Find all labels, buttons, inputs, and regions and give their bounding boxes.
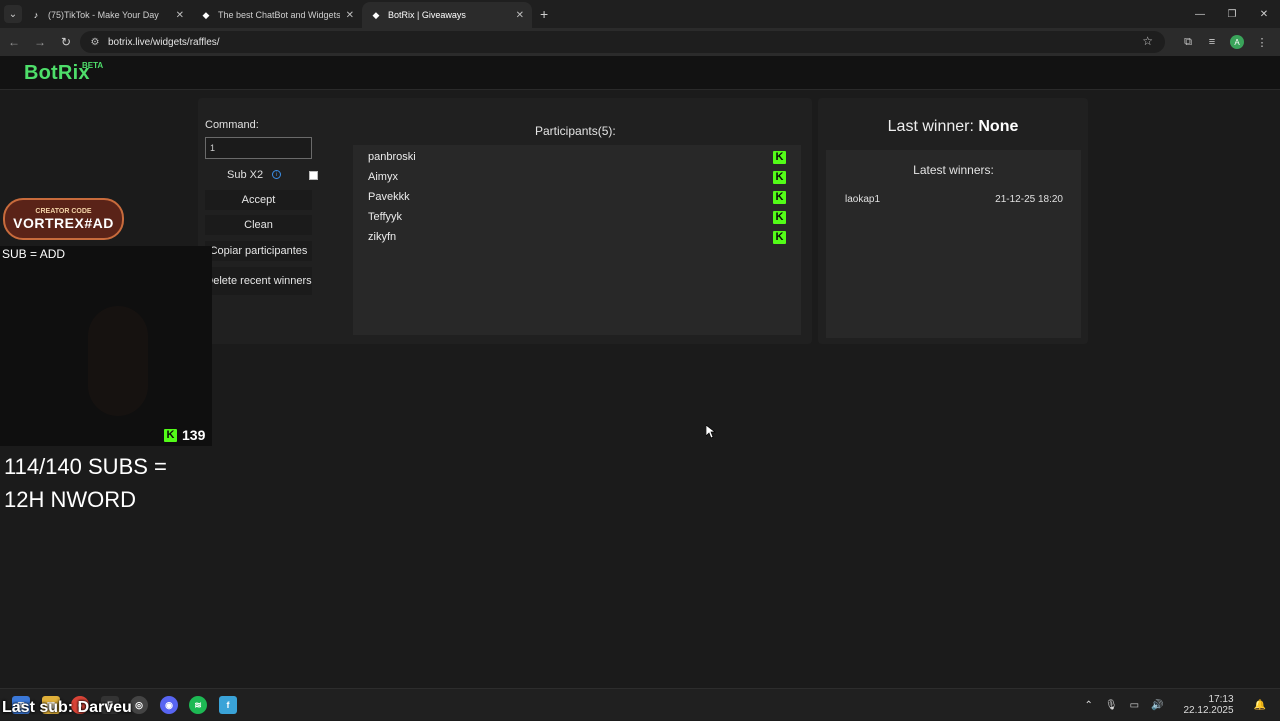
restore-icon[interactable]: ❐ bbox=[1216, 0, 1248, 28]
command-label: Command: bbox=[205, 119, 259, 131]
tab-botrix-giveaways[interactable]: ◆ BotRix | Giveaways ✕ bbox=[362, 2, 532, 28]
winner-name: laokap1 bbox=[845, 194, 881, 205]
tab-title: (75)TikTok - Make Your Day bbox=[48, 10, 159, 20]
clock-time: 17:13 bbox=[1208, 694, 1234, 705]
close-icon[interactable]: ✕ bbox=[346, 10, 354, 21]
subx2-label: Sub X2 bbox=[227, 169, 264, 181]
subx2-checkbox[interactable] bbox=[309, 171, 318, 180]
app-icon[interactable]: f bbox=[219, 696, 237, 714]
browser-toolbar: ← → ↻ ⚙ botrix.live/widgets/raffles/ ☆ ⧉… bbox=[0, 28, 1280, 56]
taskbar: ⊞ ▤ ● E ◎ ◉ ≋ f Last sub: Darveu ⌃ 🎙 ▭ 🔊… bbox=[0, 688, 1280, 720]
copy-participants-button[interactable]: Copiar participantes bbox=[205, 241, 312, 261]
address-bar[interactable]: ⚙ botrix.live/widgets/raffles/ ☆ bbox=[80, 31, 1165, 53]
new-tab-button[interactable]: + bbox=[540, 6, 548, 22]
creator-code-top: CREATOR CODE bbox=[35, 207, 92, 215]
kick-count-value: 139 bbox=[182, 427, 206, 443]
extensions-icon[interactable]: ⧉ bbox=[1176, 30, 1200, 54]
microphone-icon[interactable]: 🎙 bbox=[1105, 700, 1118, 711]
kick-icon: K bbox=[773, 210, 786, 224]
close-window-icon[interactable]: ✕ bbox=[1248, 0, 1280, 28]
chevron-up-icon[interactable]: ⌃ bbox=[1084, 700, 1092, 711]
accept-button[interactable]: Accept bbox=[205, 190, 312, 210]
list-item[interactable]: zikyfn K bbox=[368, 227, 786, 247]
creator-code-badge: CREATOR CODE VORTREX#AD bbox=[3, 198, 124, 240]
info-icon[interactable]: i bbox=[272, 170, 281, 179]
back-icon[interactable]: ← bbox=[2, 30, 26, 54]
tiktok-icon: ♪ bbox=[33, 10, 39, 20]
participants-list: panbroski K Aimyx K Pavekkk K Teffyyk K … bbox=[353, 145, 801, 335]
latest-winners-title: Latest winners: bbox=[913, 163, 994, 177]
clean-button[interactable]: Clean bbox=[205, 215, 312, 235]
forward-icon[interactable]: → bbox=[28, 30, 52, 54]
subs-goal-line: 114/140 SUBS = bbox=[4, 454, 167, 479]
site-info-icon[interactable]: ⚙ bbox=[88, 35, 102, 49]
latest-winners-box: Latest winners: laokap1 21-12-25 18:20 bbox=[826, 150, 1081, 338]
last-winner-label: Last winner: bbox=[887, 118, 974, 135]
volume-icon[interactable]: 🔊 bbox=[1151, 700, 1163, 711]
close-icon[interactable]: ✕ bbox=[176, 10, 184, 21]
reload-icon[interactable]: ↻ bbox=[54, 30, 78, 54]
subs-goal-text: 114/140 SUBS = 12H NWORD bbox=[4, 450, 214, 516]
media-controls-icon[interactable]: ≡ bbox=[1200, 30, 1224, 54]
delete-recent-winners-button[interactable]: Delete recent winners bbox=[205, 267, 312, 295]
list-item[interactable]: panbroski K bbox=[368, 147, 786, 167]
kick-icon: K bbox=[773, 170, 786, 184]
winner-row: laokap1 21-12-25 18:20 bbox=[845, 194, 1063, 205]
close-icon[interactable]: ✕ bbox=[516, 10, 524, 21]
url-text: botrix.live/widgets/raffles/ bbox=[108, 36, 220, 48]
webcam-feed bbox=[0, 246, 212, 446]
last-sub-overlay: Last sub: Darveu bbox=[2, 699, 132, 716]
spotify-icon[interactable]: ≋ bbox=[189, 696, 207, 714]
botrix-icon: ◆ bbox=[372, 9, 380, 20]
participants-title: Participants(5): bbox=[535, 124, 616, 138]
participant-name: Pavekkk bbox=[368, 191, 410, 203]
botrix-logo[interactable]: BotRix bbox=[24, 62, 90, 85]
sub-add-text: SUB = ADD bbox=[2, 247, 66, 261]
notification-bell-icon[interactable]: 🔔 bbox=[1254, 700, 1266, 711]
subs-goal-line: 12H NWORD bbox=[4, 487, 137, 512]
webcam-figure bbox=[88, 306, 148, 416]
window-controls: — ❐ ✕ bbox=[1184, 0, 1280, 28]
bookmark-star-icon[interactable]: ☆ bbox=[1142, 34, 1153, 48]
command-input[interactable] bbox=[205, 137, 312, 159]
last-winner-value: None bbox=[978, 118, 1019, 135]
steam-icon[interactable]: ◎ bbox=[130, 696, 148, 714]
system-tray: ⌃ 🎙 ▭ 🔊 17:13 22.12.2025 🔔 bbox=[1078, 689, 1272, 721]
clock-date: 22.12.2025 bbox=[1183, 705, 1234, 716]
minimize-icon[interactable]: — bbox=[1184, 0, 1216, 28]
participant-name: panbroski bbox=[368, 151, 416, 163]
network-icon[interactable]: ▭ bbox=[1130, 700, 1139, 711]
list-item[interactable]: Teffyyk K bbox=[368, 207, 786, 227]
toolbar-actions: ⧉ ≡ A ⋮ bbox=[1176, 30, 1274, 54]
participant-name: zikyfn bbox=[368, 231, 397, 243]
creator-code-main: VORTREX#AD bbox=[13, 214, 114, 231]
beta-badge: BETA bbox=[82, 61, 104, 70]
list-item[interactable]: Aimyx K bbox=[368, 167, 786, 187]
menu-kebab-icon[interactable]: ⋮ bbox=[1250, 30, 1274, 54]
browser-tab-strip: ⌄ ♪ (75)TikTok - Make Your Day ✕ ◆ The b… bbox=[0, 0, 1280, 28]
list-item[interactable]: Pavekkk K bbox=[368, 187, 786, 207]
last-winner: Last winner: None bbox=[818, 118, 1088, 136]
kick-icon: K bbox=[773, 190, 786, 204]
raffle-panel: Command: Sub X2 i Accept Clean Copiar pa… bbox=[198, 98, 812, 344]
tab-title: BotRix | Giveaways bbox=[388, 10, 466, 20]
discord-icon[interactable]: ◉ bbox=[160, 696, 178, 714]
tab-botrix-chatbot[interactable]: ◆ The best ChatBot and Widgets ✕ bbox=[192, 2, 362, 28]
site-header: BotRix BETA bbox=[0, 56, 1280, 90]
winner-date: 21-12-25 18:20 bbox=[995, 194, 1063, 205]
kick-icon: K bbox=[773, 150, 786, 164]
participant-name: Aimyx bbox=[368, 171, 398, 183]
winners-panel: Last winner: None Latest winners: laokap… bbox=[818, 98, 1088, 344]
participant-name: Teffyyk bbox=[368, 211, 403, 223]
tab-title: The best ChatBot and Widgets bbox=[218, 10, 340, 20]
profile-avatar[interactable]: A bbox=[1230, 35, 1244, 49]
tab-tiktok[interactable]: ♪ (75)TikTok - Make Your Day ✕ bbox=[22, 2, 192, 28]
clock[interactable]: 17:13 22.12.2025 bbox=[1177, 694, 1239, 716]
tab-search-button[interactable]: ⌄ bbox=[4, 5, 22, 23]
page-content: Command: Sub X2 i Accept Clean Copiar pa… bbox=[0, 90, 1280, 687]
botrix-icon: ◆ bbox=[202, 9, 210, 20]
kick-icon: K bbox=[164, 428, 177, 442]
kick-follower-count: K 139 bbox=[164, 427, 205, 443]
kick-icon: K bbox=[773, 230, 786, 244]
